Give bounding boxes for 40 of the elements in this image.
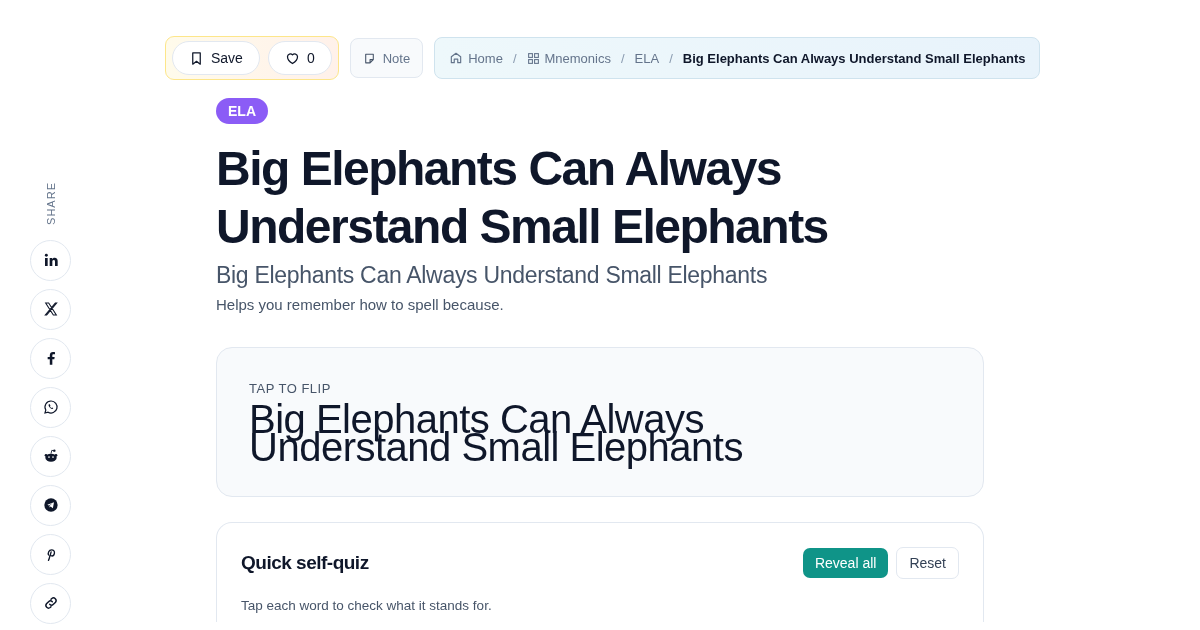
share-label: SHARE: [44, 182, 57, 225]
flashcard[interactable]: TAP TO FLIP Big Elephants Can Always Understand Small Elephants: [216, 347, 984, 497]
reset-button[interactable]: Reset: [896, 547, 959, 579]
breadcrumb-link[interactable]: ELA: [634, 50, 660, 66]
link-icon: [42, 595, 59, 612]
subject-tag[interactable]: ELA: [216, 98, 268, 124]
share-button[interactable]: [30, 582, 71, 624]
flip-hint: TAP TO FLIP: [249, 381, 332, 396]
share-button[interactable]: [30, 484, 71, 526]
grid-icon: [526, 51, 540, 65]
whatsapp-icon: [42, 399, 59, 416]
like-button[interactable]: 0: [267, 41, 332, 75]
share-button[interactable]: [30, 239, 71, 281]
linkedin-icon: [42, 252, 59, 269]
share-button[interactable]: [30, 435, 71, 477]
flashcard-text: Big Elephants Can Always Understand Small Elephants: [249, 396, 744, 471]
reveal-all-button[interactable]: Reveal all: [802, 548, 889, 578]
quiz-title: Quick self-quiz: [241, 552, 370, 574]
bookmark-icon: [189, 50, 204, 66]
page-description: Helps you remember how to spell because.: [216, 296, 505, 313]
breadcrumb-link[interactable]: Big Elephants Can Always Understand Small Elephants: [682, 50, 1026, 66]
note-button[interactable]: Note: [349, 38, 424, 78]
save-button[interactable]: Save: [172, 41, 260, 75]
page-subtitle: Big Elephants Can Always Understand Small Elephants: [216, 262, 769, 289]
breadcrumb-separator: /: [669, 50, 673, 66]
home-icon: [449, 51, 464, 65]
share-button[interactable]: [30, 337, 71, 379]
breadcrumb-link[interactable]: Home: [449, 50, 503, 66]
breadcrumb-separator: /: [512, 50, 517, 66]
heart-icon: [284, 50, 300, 66]
share-button[interactable]: [30, 288, 71, 330]
telegram-icon: [42, 497, 59, 514]
share-button[interactable]: [30, 386, 71, 428]
page-title: Big Elephants Can Always Understand Small Elephants: [216, 141, 829, 255]
x-icon: [42, 301, 59, 318]
breadcrumb-separator: /: [620, 50, 625, 66]
note-icon: [362, 51, 376, 65]
reddit-icon: [42, 448, 59, 465]
quiz-instructions: Tap each word to check what it stands for.: [241, 598, 493, 613]
breadcrumb-link[interactable]: Mnemonics: [526, 50, 611, 66]
